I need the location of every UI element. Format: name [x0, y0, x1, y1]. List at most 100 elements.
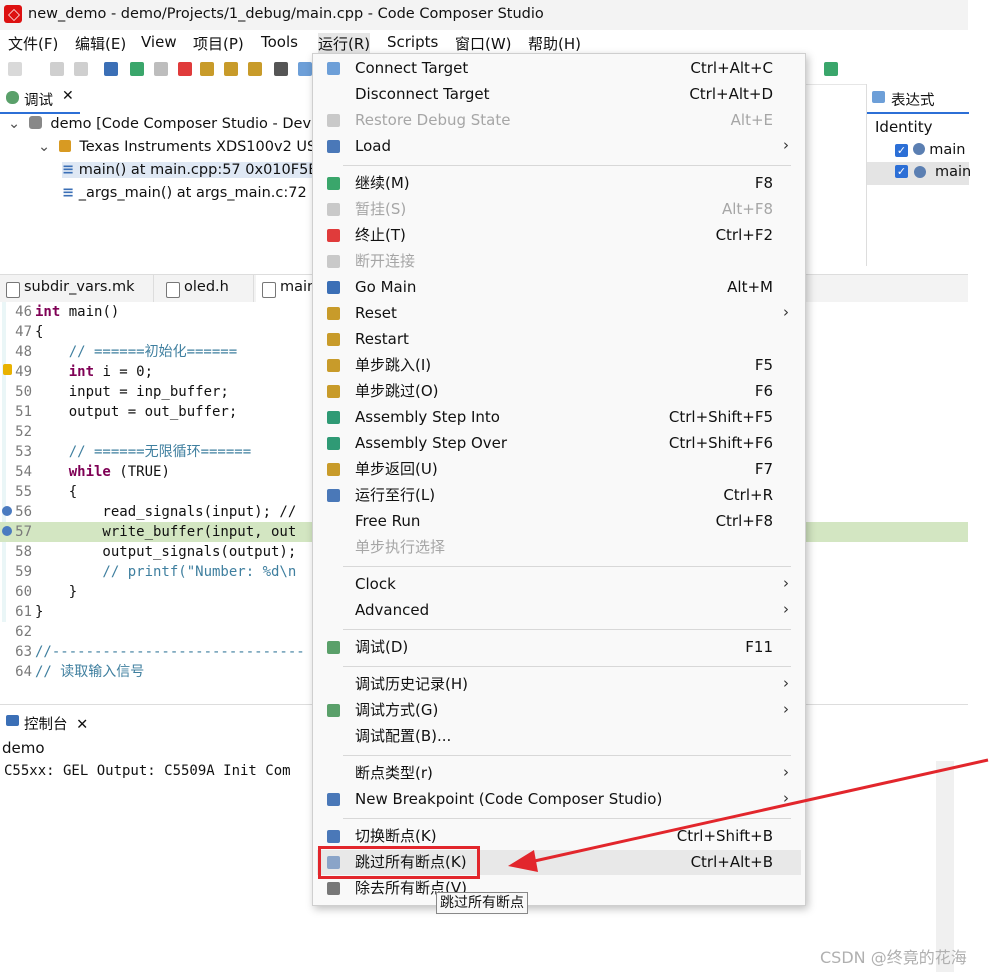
tab-subdir-vars[interactable]: subdir_vars.mk [0, 275, 154, 302]
menu-separator [343, 165, 791, 166]
menu-edit[interactable]: 编辑(E) [75, 33, 126, 54]
menu-item-reset[interactable]: Reset › [317, 301, 801, 326]
menu-item-shortcut: Ctrl+Alt+C [690, 59, 773, 77]
tab-console[interactable]: 控制台 ✕ [0, 709, 96, 735]
code-text: while (TRUE) [68, 464, 170, 480]
debug-view-icon[interactable] [104, 62, 118, 76]
menu-view[interactable]: View [141, 33, 177, 51]
checkbox-checked-icon[interactable]: ✓ [895, 165, 908, 178]
connect-toolbar-icon[interactable] [298, 62, 312, 76]
code-text: { [35, 484, 78, 500]
grid-icon[interactable] [274, 62, 288, 76]
resume-toolbar-icon[interactable] [130, 62, 144, 76]
suspend-icon [327, 203, 340, 216]
tree-row-demo[interactable]: ⌄ demo [Code Composer Studio - Dev [8, 116, 311, 132]
tab-oled-h[interactable]: oled.h [160, 275, 254, 302]
code-text: read_signals(input); // [35, 504, 297, 520]
menu-item-item-18[interactable]: Free Run Ctrl+F8 [317, 509, 801, 534]
tab-debug[interactable]: 调试 ✕ [0, 84, 80, 114]
menu-item-run-to-line[interactable]: 运行至行(L) Ctrl+R [317, 483, 801, 508]
load-icon [327, 140, 340, 153]
menu-project[interactable]: 项目(P) [193, 33, 244, 54]
menu-item-asm-step-into[interactable]: Assembly Step Into Ctrl+Shift+F5 [317, 405, 801, 430]
watermark: CSDN @终竟的花海 [820, 948, 967, 967]
terminate-icon [327, 229, 340, 242]
reset-icon [327, 307, 340, 320]
save-icon[interactable] [50, 62, 64, 76]
variable-icon [914, 166, 926, 178]
menu-item-item-21[interactable]: Clock › [317, 572, 801, 597]
step-into-toolbar-icon[interactable] [200, 62, 214, 76]
menu-item-shortcut: F11 [745, 638, 773, 656]
close-icon[interactable]: ✕ [62, 88, 74, 104]
chevron-right-icon: › [783, 136, 789, 154]
menu-separator [343, 666, 791, 667]
current-instruction-icon [2, 526, 12, 536]
restart-icon [327, 333, 340, 346]
checkbox-checked-icon[interactable]: ✓ [895, 144, 908, 157]
menu-item-step-over[interactable]: 单步跳过(O) F6 [317, 379, 801, 404]
debug-tab-label: 调试 [24, 93, 53, 109]
code-text: // printf("Number: %d\n [35, 564, 297, 580]
save-all-icon[interactable] [74, 62, 88, 76]
menu-file[interactable]: 文件(F) [8, 33, 58, 54]
new-icon[interactable] [8, 62, 22, 76]
menu-item-terminate[interactable]: 终止(T) Ctrl+F2 [317, 223, 801, 248]
menu-item-restore: Restore Debug State Alt+E [317, 108, 801, 133]
suspend-toolbar-icon[interactable] [154, 62, 168, 76]
menu-item-item-22[interactable]: Advanced › [317, 598, 801, 623]
tab-expressions[interactable]: 表达式 [867, 84, 969, 114]
menu-item-label: 调试配置(B)... [355, 727, 452, 745]
tab-main-cpp[interactable]: main [256, 275, 316, 302]
menu-scripts[interactable]: Scripts [387, 33, 438, 51]
menu-item-step-return[interactable]: 单步返回(U) F7 [317, 457, 801, 482]
open-perspective-icon[interactable] [824, 62, 838, 76]
debug-view: 调试 ✕ ⌄ demo [Code Composer Studio - Dev … [0, 84, 326, 266]
step-over-toolbar-icon[interactable] [224, 62, 238, 76]
menu-item-item-28[interactable]: 调试配置(B)... [317, 724, 801, 749]
menu-run[interactable]: 运行(R) [318, 33, 371, 54]
expression-row[interactable]: ✓ main [895, 142, 965, 158]
menu-item-shortcut: Ctrl+Shift+F5 [668, 408, 773, 426]
line-number: 63 [15, 644, 32, 660]
menu-item-asm-step-over[interactable]: Assembly Step Over Ctrl+Shift+F6 [317, 431, 801, 456]
remove-breakpoints-icon [327, 882, 340, 895]
menu-item-resume[interactable]: 继续(M) F8 [317, 171, 801, 196]
menu-item-restart[interactable]: Restart [317, 327, 801, 352]
tree-row-device[interactable]: ⌄ Texas Instruments XDS100v2 USB [38, 139, 326, 155]
menu-item-label: 单步返回(U) [355, 460, 438, 478]
menu-item-item-26[interactable]: 调试历史记录(H) › [317, 672, 801, 697]
menu-item-label: 继续(M) [355, 174, 410, 192]
console-output: C55xx: GEL Output: C5509A Init Com [4, 763, 291, 779]
line-number: 64 [15, 664, 32, 680]
menu-item-label: 单步跳入(I) [355, 356, 432, 374]
menu-item-label: Assembly Step Over [355, 434, 508, 452]
menu-separator [343, 629, 791, 630]
menu-item-debug-as[interactable]: 调试方式(G) › [317, 698, 801, 723]
file-icon [6, 282, 20, 298]
disconnect-icon [327, 255, 340, 268]
menu-item-load[interactable]: Load › [317, 134, 801, 159]
menu-item-label: 单步跳过(O) [355, 382, 439, 400]
expression-row-selected[interactable]: ✓ main [867, 162, 971, 185]
tooltip: 跳过所有断点 [436, 892, 528, 914]
breakpoint-icon[interactable] [2, 506, 12, 516]
menu-item-connect[interactable]: Connect Target Ctrl+Alt+C [317, 56, 801, 81]
terminate-toolbar-icon[interactable] [178, 62, 192, 76]
menu-item-shortcut: Ctrl+Shift+F6 [668, 434, 773, 452]
menu-window[interactable]: 窗口(W) [455, 33, 512, 54]
step-return-toolbar-icon[interactable] [248, 62, 262, 76]
tree-row-frame-main[interactable]: ≡ main() at main.cpp:57 0x010F5E [62, 162, 322, 178]
menu-help[interactable]: 帮助(H) [528, 33, 581, 54]
bug-icon [6, 91, 19, 104]
menu-item-step-into[interactable]: 单步跳入(I) F5 [317, 353, 801, 378]
step-into-icon [327, 359, 340, 372]
menu-tools[interactable]: Tools [261, 33, 298, 51]
menu-item-label: Clock [355, 575, 396, 593]
close-icon[interactable]: ✕ [76, 717, 88, 733]
menu-item-debug[interactable]: 调试(D) F11 [317, 635, 801, 660]
menu-item-item-1[interactable]: Disconnect Target Ctrl+Alt+D [317, 82, 801, 107]
tree-row-frame-args[interactable]: ≡ _args_main() at args_main.c:72 [62, 185, 307, 201]
asm-step-over-icon [327, 437, 340, 450]
menu-item-go-main[interactable]: Go Main Alt+M [317, 275, 801, 300]
